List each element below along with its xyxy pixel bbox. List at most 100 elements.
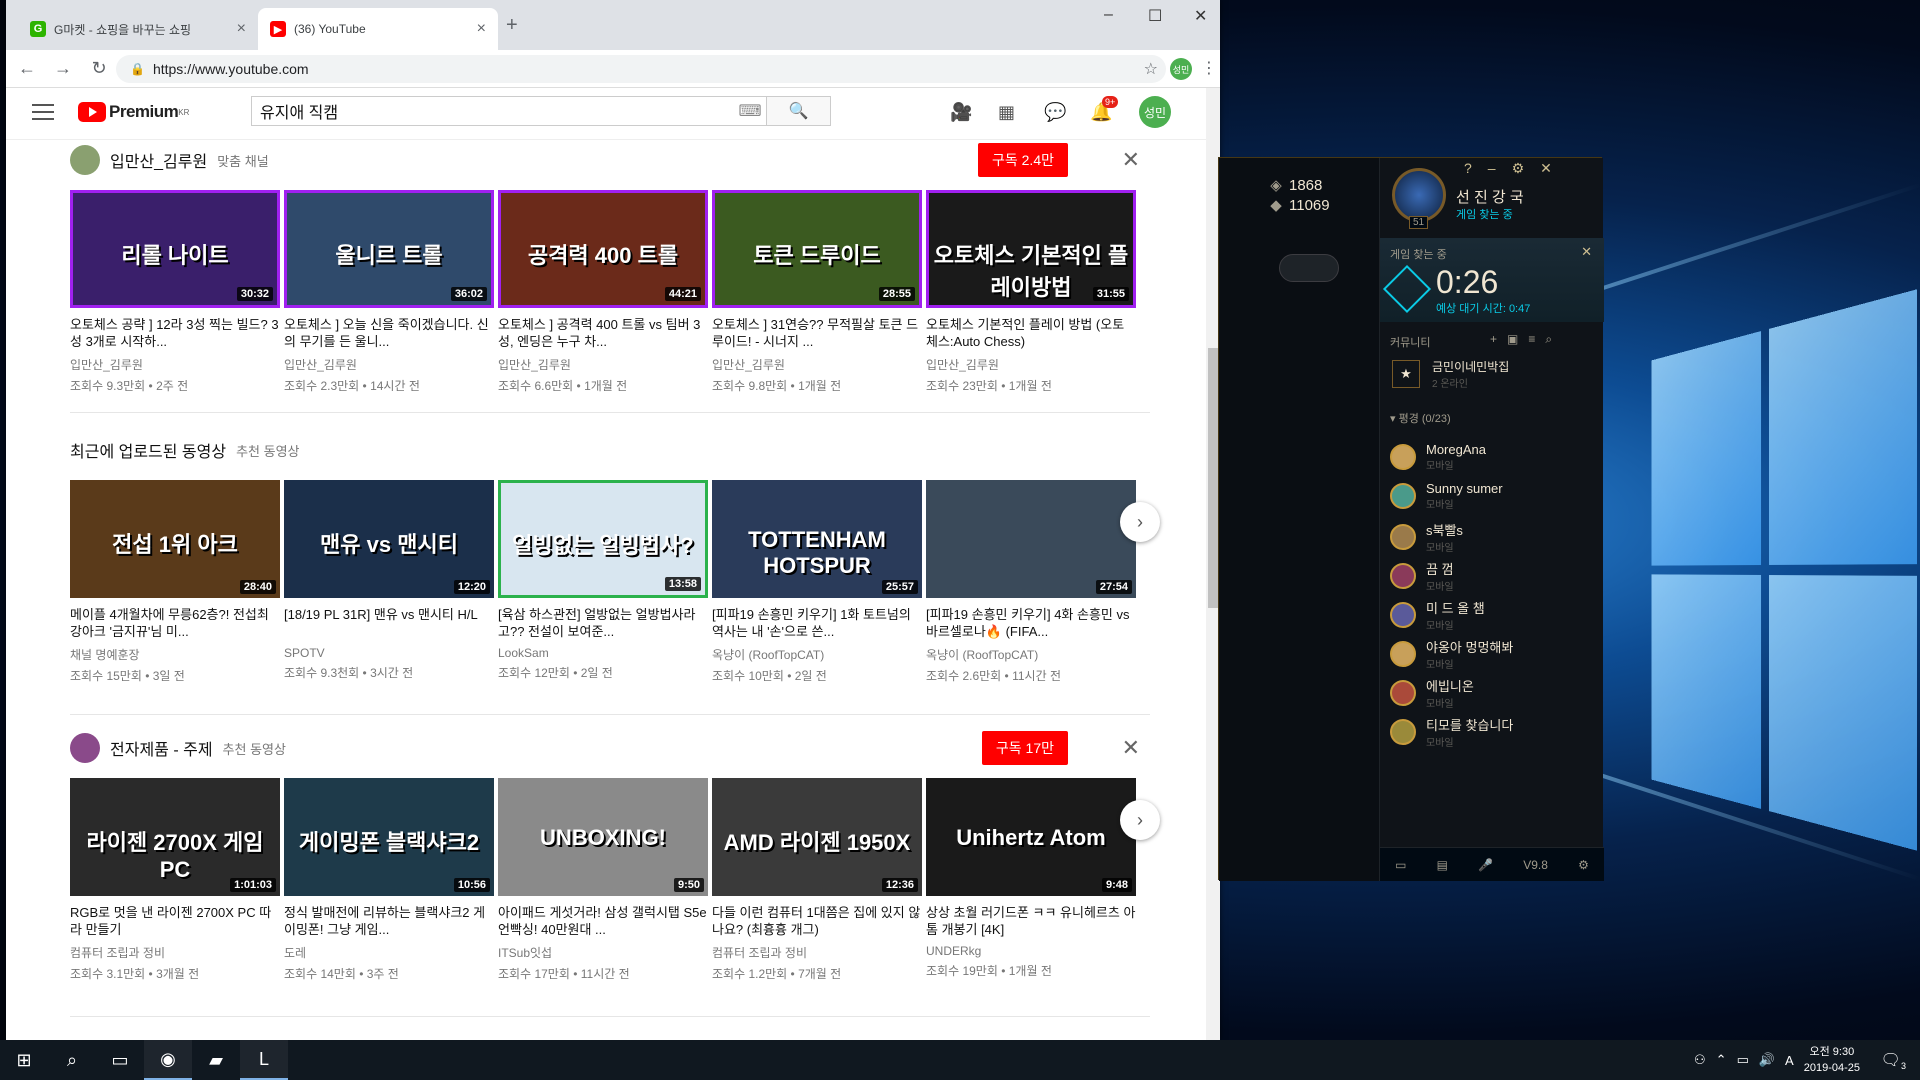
- account-avatar[interactable]: 성민: [1139, 96, 1171, 128]
- create-video-icon[interactable]: 🎥: [950, 102, 972, 123]
- video-channel[interactable]: ITSub잇섭: [498, 944, 708, 961]
- back-button[interactable]: ←: [12, 58, 42, 79]
- video-title[interactable]: 상상 초월 러기드폰 ㅋㅋ 유니헤르츠 아톰 개봉기 [4K]: [926, 904, 1136, 938]
- video-title[interactable]: 오토체스 ] 31연승?? 무적필살 토큰 드루이드! - 시너지 ...: [712, 316, 922, 350]
- friend-entry[interactable]: 야옹아 멍멍해봐 모바일: [1390, 637, 1513, 671]
- friend-entry[interactable]: MoregAna 모바일: [1390, 442, 1486, 472]
- youtube-logo[interactable]: Premium KR: [78, 102, 189, 122]
- video-card[interactable]: 맨유 vs 맨시티 12:20 [18/19 PL 31R] 맨유 vs 맨시티 H…: [284, 480, 494, 684]
- channel-avatar[interactable]: [70, 733, 100, 763]
- chat-icon[interactable]: ▭: [1395, 858, 1406, 872]
- people-icon[interactable]: ⚇: [1694, 1052, 1706, 1068]
- status-toggle[interactable]: [1279, 254, 1339, 282]
- video-thumbnail[interactable]: 울니르 트롤 36:02: [284, 190, 494, 308]
- video-thumbnail[interactable]: UNBOXING! 9:50: [498, 778, 708, 896]
- friend-group-header[interactable]: ▾ 평경 (0/23): [1390, 410, 1451, 426]
- video-channel[interactable]: 입만산_김루원: [712, 356, 922, 373]
- video-title[interactable]: 오토체스 공략 ] 12라 3성 찍는 빌드? 3성 3개로 시작하...: [70, 316, 280, 350]
- video-title[interactable]: 오토체스 ] 오늘 신을 죽이겠습니다. 신의 무기를 든 울니...: [284, 316, 494, 350]
- video-card[interactable]: 게이밍폰 블랙샤크2 10:56 정식 발매전에 리뷰하는 블랙샤크2 게이밍폰! …: [284, 778, 494, 982]
- video-title[interactable]: 오토체스 기본적인 플레이 방법 (오토체스:Auto Chess): [926, 316, 1136, 350]
- video-card[interactable]: 리롤 나이트 30:32 오토체스 공략 ] 12라 3성 찍는 빌드? 3성 3개…: [70, 190, 280, 394]
- video-thumbnail[interactable]: 얼빙없는 얼빙법사? 13:58: [498, 480, 708, 598]
- microphone-icon[interactable]: 🎤: [1478, 858, 1493, 872]
- section-title[interactable]: 전자제품 - 주제: [110, 736, 213, 760]
- video-card[interactable]: 공격력 400 트롤 44:21 오토체스 ] 공격력 400 트롤 vs 팀버 3…: [498, 190, 708, 394]
- video-card[interactable]: 얼빙없는 얼빙법사? 13:58 [육삼 하스관전] 얼방없는 얼방법사라고?? 전…: [498, 480, 708, 684]
- reload-button[interactable]: ↻: [84, 58, 114, 79]
- community-tool-icons[interactable]: +▣≡⌕: [1490, 332, 1562, 347]
- settings-gear-icon[interactable]: ⚙: [1578, 858, 1589, 872]
- video-channel[interactable]: 옥냥이 (RoofTopCAT): [926, 646, 1136, 663]
- next-chevron-icon[interactable]: ›: [1120, 502, 1160, 542]
- video-title[interactable]: [18/19 PL 31R] 맨유 vs 맨시티 H/L: [284, 606, 494, 640]
- video-title[interactable]: [피파19 손흥민 키우기] 4화 손흥민 vs 바르셀로나🔥 (FIFA...: [926, 606, 1136, 640]
- network-icon[interactable]: ▭: [1737, 1052, 1749, 1068]
- clock[interactable]: 오전 9:30 2019-04-25: [1804, 1044, 1860, 1076]
- video-thumbnail[interactable]: Unihertz Atom 9:48: [926, 778, 1136, 896]
- video-thumbnail[interactable]: 공격력 400 트롤 44:21: [498, 190, 708, 308]
- video-card[interactable]: 라이젠 2700X 게임 PC 1:01:03 RGB로 멋을 낸 라이젠 2700…: [70, 778, 280, 982]
- video-title[interactable]: 메이플 4개월차에 무릉62층?! 전섭최강아크 '금지뀨'님 미...: [70, 606, 280, 640]
- video-card[interactable]: Unihertz Atom 9:48 상상 초월 러기드폰 ㅋㅋ 유니헤르츠 아톰 …: [926, 778, 1136, 982]
- scrollbar-thumb[interactable]: [1208, 348, 1218, 608]
- window-close-button[interactable]: ✕: [1194, 6, 1207, 26]
- video-title[interactable]: 다들 이런 컴퓨터 1대쯤은 집에 있지 않나요? (최흉흉 개그): [712, 904, 922, 938]
- video-thumbnail[interactable]: 토큰 드루이드 28:55: [712, 190, 922, 308]
- video-channel[interactable]: UNDERkg: [926, 944, 1136, 958]
- forward-button[interactable]: →: [48, 58, 78, 79]
- hamburger-menu-icon[interactable]: [32, 104, 54, 125]
- tab-close-icon[interactable]: ×: [477, 20, 486, 38]
- video-channel[interactable]: SPOTV: [284, 646, 494, 660]
- video-card[interactable]: TOTTENHAM HOTSPUR 25:57 [피파19 손흥민 키우기] 1화 …: [712, 480, 922, 684]
- bookmark-star-icon[interactable]: ☆: [1144, 59, 1158, 79]
- friend-entry[interactable]: s북빨s 모바일: [1390, 520, 1463, 554]
- video-thumbnail[interactable]: 맨유 vs 맨시티 12:20: [284, 480, 494, 598]
- video-channel[interactable]: 컴퓨터 조립과 정비: [70, 944, 280, 961]
- file-explorer-icon[interactable]: ▰: [192, 1040, 240, 1080]
- notifications-bell-icon[interactable]: 🔔 9+: [1090, 96, 1119, 123]
- video-card[interactable]: UNBOXING! 9:50 아이패드 게섯거라! 삼성 갤럭시탭 S5e 언빡싱!…: [498, 778, 708, 982]
- video-channel[interactable]: 컴퓨터 조립과 정비: [712, 944, 922, 961]
- video-card[interactable]: 전섭 1위 아크 28:40 메이플 4개월차에 무릉62층?! 전섭최강아크 '금…: [70, 480, 280, 684]
- video-card[interactable]: 27:54 [피파19 손흥민 키우기] 4화 손흥민 vs 바르셀로나🔥 (FI…: [926, 480, 1136, 684]
- video-card[interactable]: AMD 라이젠 1950X 12:36 다들 이런 컴퓨터 1대쯤은 집에 있지 않…: [712, 778, 922, 982]
- friend-entry[interactable]: 에빕니온 모바일: [1390, 676, 1474, 710]
- video-channel[interactable]: 입만산_김루원: [498, 356, 708, 373]
- video-channel[interactable]: 옥냥이 (RoofTopCAT): [712, 646, 922, 663]
- video-thumbnail[interactable]: 27:54: [926, 480, 1136, 598]
- url-field[interactable]: 🔒 https://www.youtube.com ☆: [116, 55, 1166, 83]
- maximize-button[interactable]: ☐: [1148, 6, 1162, 26]
- video-title[interactable]: 정식 발매전에 리뷰하는 블랙샤크2 게이밍폰! 그냥 게임...: [284, 904, 494, 938]
- chrome-taskbar-icon[interactable]: ◉: [144, 1040, 192, 1080]
- mission-icon[interactable]: ▤: [1437, 858, 1448, 872]
- volume-icon[interactable]: 🔊: [1759, 1052, 1775, 1068]
- search-button[interactable]: 🔍: [766, 97, 830, 125]
- apps-grid-icon[interactable]: ▦: [998, 102, 1015, 123]
- dismiss-close-icon[interactable]: ✕: [1122, 735, 1140, 761]
- video-title[interactable]: 아이패드 게섯거라! 삼성 갤럭시탭 S5e 언빡싱! 40만원대 ...: [498, 904, 708, 938]
- friend-entry[interactable]: 미 드 올 챔 모바일: [1390, 598, 1485, 632]
- ime-indicator[interactable]: A: [1785, 1053, 1794, 1068]
- video-thumbnail[interactable]: TOTTENHAM HOTSPUR 25:57: [712, 480, 922, 598]
- keyboard-icon[interactable]: ⌨: [734, 97, 766, 125]
- minimize-button[interactable]: –: [1104, 6, 1113, 24]
- messages-icon[interactable]: 💬: [1044, 102, 1066, 123]
- video-thumbnail[interactable]: AMD 라이젠 1950X 12:36: [712, 778, 922, 896]
- video-channel[interactable]: 입만산_김루원: [926, 356, 1136, 373]
- tab-youtube[interactable]: ▶ (36) YouTube ×: [258, 8, 498, 50]
- video-thumbnail[interactable]: 라이젠 2700X 게임 PC 1:01:03: [70, 778, 280, 896]
- friend-entry[interactable]: 티모를 찾습니다 모바일: [1390, 715, 1513, 749]
- tab-gmarket[interactable]: G G마켓 - 쇼핑을 바꾸는 쇼핑 ×: [18, 8, 258, 50]
- new-tab-button[interactable]: +: [506, 14, 518, 37]
- video-title[interactable]: 오토체스 ] 공격력 400 트롤 vs 팀버 3성, 엔딩은 누구 차...: [498, 316, 708, 350]
- task-view-icon[interactable]: ▭: [96, 1040, 144, 1080]
- dismiss-close-icon[interactable]: ✕: [1122, 147, 1140, 173]
- channel-avatar[interactable]: [70, 145, 100, 175]
- tab-close-icon[interactable]: ×: [237, 20, 246, 38]
- video-channel[interactable]: LookSam: [498, 646, 708, 660]
- video-channel[interactable]: 도레: [284, 944, 494, 961]
- section-title[interactable]: 최근에 업로드된 동영상: [70, 438, 226, 462]
- summoner-icon[interactable]: 51: [1392, 168, 1446, 229]
- subscribe-button[interactable]: 구독 17만: [981, 731, 1068, 765]
